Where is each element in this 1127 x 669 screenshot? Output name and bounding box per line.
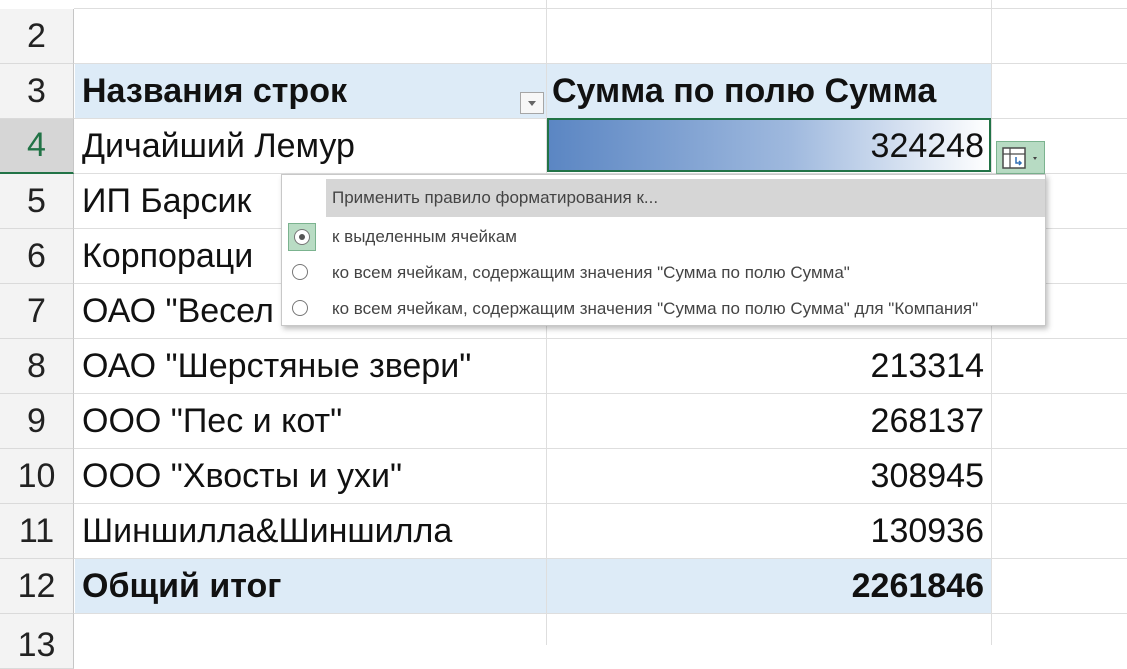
row-labels-filter-button[interactable] — [520, 92, 544, 114]
row-header-active[interactable]: 4 — [0, 119, 74, 174]
pivot-row-label[interactable]: ООО "Пес и кот" — [82, 394, 548, 449]
cell-selection — [547, 118, 991, 172]
pivot-row-label-header[interactable]: Названия строк — [82, 64, 548, 119]
row-header[interactable]: 7 — [0, 284, 74, 339]
option-label: к выделенным ячейкам — [332, 227, 517, 246]
popup-title: Применить правило форматирования к... — [326, 179, 1045, 217]
row-header[interactable]: 8 — [0, 339, 74, 394]
row-header[interactable]: 10 — [0, 449, 74, 504]
row-header[interactable]: 6 — [0, 229, 74, 284]
pivot-row-label[interactable]: Дичайший Лемур — [82, 119, 548, 174]
pivot-value-cell[interactable]: 308945 — [548, 449, 984, 504]
row-header[interactable]: 5 — [0, 174, 74, 229]
row-header[interactable]: 12 — [0, 559, 74, 614]
pivot-value-header[interactable]: Сумма по полю Сумма — [552, 64, 988, 119]
pivot-row-label[interactable]: Шиншилла&Шиншилла — [82, 504, 548, 559]
row-header[interactable]: 3 — [0, 64, 74, 119]
formatting-rule-popup: Применить правило форматирования к... к … — [281, 174, 1046, 326]
row-header[interactable]: 11 — [0, 504, 74, 559]
spreadsheet-grid: 2 3 4 5 6 7 8 9 10 11 12 13 Названия стр… — [0, 0, 1127, 669]
row-divider — [74, 8, 1127, 9]
radio-button[interactable] — [292, 264, 308, 280]
formatting-options-icon — [1002, 146, 1037, 169]
radio-highlight — [288, 223, 316, 251]
pivot-row-label[interactable]: ООО "Хвосты и ухи" — [82, 449, 548, 504]
option-all-cells-field-company[interactable]: ко всем ячейкам, содержащим значения "Су… — [282, 292, 1045, 326]
option-all-cells-field[interactable]: ко всем ячейкам, содержащим значения "Су… — [282, 256, 1045, 290]
row-header[interactable]: 13 — [0, 614, 74, 669]
row-header[interactable]: 9 — [0, 394, 74, 449]
row-header[interactable]: 2 — [0, 9, 74, 64]
grand-total-label[interactable]: Общий итог — [82, 559, 548, 614]
option-selected-cells[interactable]: к выделенным ячейкам — [282, 220, 1045, 254]
option-label: ко всем ячейкам, содержащим значения "Су… — [332, 299, 979, 318]
formatting-options-button[interactable] — [996, 141, 1045, 174]
pivot-value-cell[interactable]: 213314 — [548, 339, 984, 394]
radio-button[interactable] — [292, 300, 308, 316]
pivot-row-label[interactable]: ОАО "Шерстяные звери" — [82, 339, 548, 394]
option-label: ко всем ячейкам, содержащим значения "Су… — [332, 263, 850, 282]
grand-total-value[interactable]: 2261846 — [548, 559, 984, 614]
dropdown-filter-icon — [528, 101, 536, 106]
pivot-value-cell[interactable]: 130936 — [548, 504, 984, 559]
radio-button-checked[interactable] — [294, 229, 310, 245]
pivot-value-cell[interactable]: 268137 — [548, 394, 984, 449]
